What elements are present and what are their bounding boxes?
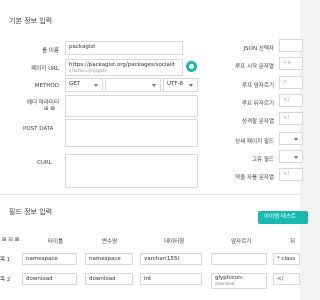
row-title-input[interactable]: download [22,273,77,285]
header-param-label: 헤더 파라미터 [26,100,59,106]
row-back-input[interactable]: * class [273,253,300,265]
field-header-icons[interactable]: ⊞ ⊟ ⊠ [2,237,19,243]
detail-field-select[interactable] [279,132,303,145]
post-data-label: POST DATA [23,126,54,132]
header-param-icons[interactable]: ⊞ ⊠ [44,106,55,112]
post-data-textarea[interactable] [65,119,198,147]
column-front-cut: 앞자르기 [231,239,252,245]
loop-back-input[interactable]: </ [279,94,303,107]
json-selector-input[interactable] [279,39,303,52]
loop-end-input[interactable]: <! [279,168,303,181]
row-front-text-2: download [215,281,235,286]
basic-info-title: 기본 정보 입력 [9,17,53,25]
detail-field-label: 상세 페이지 필드 [235,139,274,145]
url-action-button[interactable] [186,61,197,72]
loop-back-label: 루프 뒤자르기 [241,101,274,107]
column-back-cut: 뒤 [290,239,296,245]
json-selector-label: JSON 선택자 [243,46,275,52]
field-info-title: 필드 정보 입력 [9,208,53,216]
row-label: 목 1 [0,257,11,263]
basic-info-card: 기본 정보 입력 룰 이름 packagist 페이지 URL https://… [0,0,303,195]
param-select[interactable] [105,78,161,92]
page-url-label: 페이지 URL [31,66,59,72]
header-param-textarea[interactable] [65,95,198,117]
curl-textarea[interactable] [65,154,198,188]
loop-split-input[interactable]: < [279,76,303,89]
page-url-text-2: e?action=Jinjagate [69,67,107,73]
encoding-select[interactable]: UTF-8 [163,78,198,92]
row-type-input[interactable]: int [140,273,202,285]
row-back-input[interactable]: </ [273,273,300,285]
success-label: 성격할 문자열 [241,119,274,125]
row-front-input[interactable]: glyphicon- download [211,273,267,289]
loop-end-label: 약을 자를 문자열 [235,175,274,181]
column-title: 타이틀 [48,239,64,245]
loop-start-label: 루프 시작 문자열 [235,64,274,70]
success-input[interactable]: <! [279,112,303,125]
column-variable: 변수명 [102,239,118,245]
column-datatype: 데이터형 [164,239,185,245]
loop-start-input[interactable]: <ir [279,57,303,70]
row-front-input[interactable] [211,253,267,265]
unique-field-label: 고유 필드 [252,157,274,163]
curl-label: CURL [37,160,52,166]
row-title-input[interactable]: namespace [22,253,77,265]
loop-split-label: 루프 앞자르기 [241,83,274,89]
item-test-button[interactable]: 아이템 테스트 [258,211,308,224]
row-var-input[interactable]: download [85,273,133,285]
rule-name-input[interactable]: packagist [65,41,183,55]
row-label: 목 2 [0,277,11,283]
unique-field-select[interactable] [279,150,303,163]
page-url-input[interactable]: https://packagist.org/packages/socialit … [65,59,183,76]
row-type-input[interactable]: varchar(155) [140,253,202,265]
method-select[interactable]: GET [65,78,103,92]
row-var-input[interactable]: namespace [85,253,133,265]
method-label: METHOD [34,83,59,89]
rule-name-label: 룰 이름 [42,48,59,54]
